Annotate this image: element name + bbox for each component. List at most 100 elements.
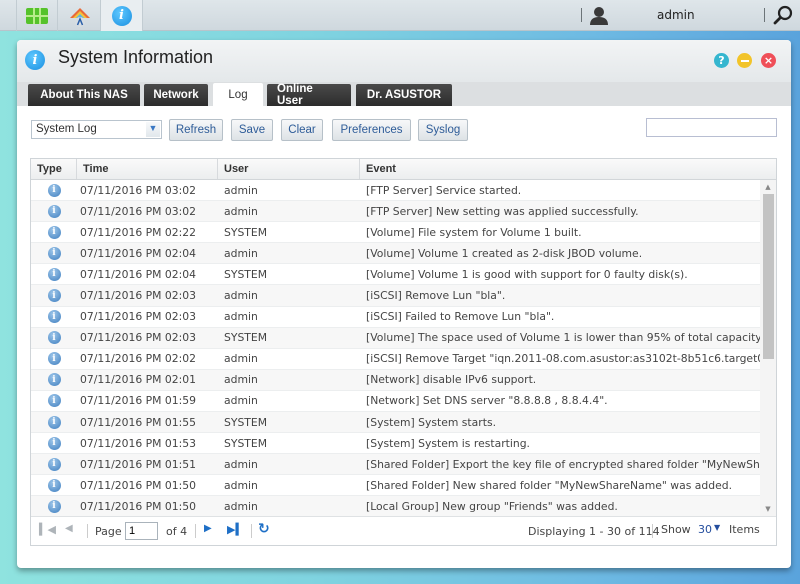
- type-cell: i: [31, 204, 77, 218]
- refresh-button[interactable]: Refresh: [169, 119, 223, 141]
- time-cell: 07/11/2016 PM 02:02: [80, 352, 197, 366]
- type-cell: i: [31, 267, 77, 281]
- table-row[interactable]: i 07/11/2016 PM 01:55 SYSTEM [System] Syste…: [31, 412, 760, 434]
- table-row[interactable]: i 07/11/2016 PM 02:04 admin [Volume] Volume…: [31, 243, 760, 265]
- log-search-input[interactable]: [646, 118, 777, 137]
- table-row[interactable]: i 07/11/2016 PM 02:02 admin [iSCSI] Remove …: [31, 349, 760, 370]
- table-row[interactable]: i 07/11/2016 PM 03:02 admin [FTP Server] Ne…: [31, 201, 760, 223]
- table-row[interactable]: i 07/11/2016 PM 01:59 admin [Network] Set D…: [31, 391, 760, 413]
- user-cell: admin: [224, 183, 258, 197]
- tab-dr-asustor[interactable]: Dr. ASUSTOR: [356, 84, 452, 106]
- type-cell: i: [31, 394, 77, 408]
- refresh-icon[interactable]: ↻: [258, 521, 270, 537]
- table-row[interactable]: i 07/11/2016 PM 02:04 SYSTEM [Volume] Volum…: [31, 264, 760, 286]
- column-header-type[interactable]: Type: [31, 159, 77, 179]
- page-count-label: of 4: [166, 525, 188, 538]
- clear-button[interactable]: Clear: [281, 119, 323, 141]
- save-button[interactable]: Save: [231, 119, 273, 141]
- chevron-down-icon[interactable]: ▼: [146, 122, 160, 137]
- user-icon[interactable]: [589, 6, 609, 25]
- page-size-select[interactable]: 30: [698, 523, 712, 536]
- time-cell: 07/11/2016 PM 02:04: [80, 246, 197, 260]
- window-title: System Information: [58, 47, 214, 67]
- preferences-button[interactable]: Preferences: [332, 119, 411, 141]
- event-cell: [System] System starts.: [366, 415, 497, 429]
- pagination-bar: ▍◀ ◀ Page of 4 ▶ ▶▍ ↻ Displaying 1 - 30 …: [31, 516, 776, 545]
- info-icon: i: [111, 5, 132, 26]
- items-label: Items: [729, 523, 760, 536]
- table-row[interactable]: i 07/11/2016 PM 02:01 admin [Network] disab…: [31, 369, 760, 391]
- taskbar-app-central-button[interactable]: [59, 0, 101, 31]
- minimize-button[interactable]: [737, 53, 752, 68]
- time-cell: 07/11/2016 PM 03:02: [80, 183, 197, 197]
- tab-about-this-nas[interactable]: About This NAS: [28, 84, 140, 106]
- search-icon[interactable]: [773, 5, 793, 25]
- table-row[interactable]: i 07/11/2016 PM 01:50 admin [Shared Folder]…: [31, 475, 760, 497]
- table-row[interactable]: i 07/11/2016 PM 02:03 SYSTEM [Volume] The s…: [31, 327, 760, 349]
- log-type-select[interactable]: System Log ▼: [31, 120, 162, 139]
- user-cell: SYSTEM: [224, 415, 268, 429]
- tab-online-user[interactable]: Online User: [267, 83, 351, 107]
- event-cell: [Volume] Volume 1 is good with support f…: [366, 267, 688, 281]
- time-cell: 07/11/2016 PM 01:53: [80, 436, 197, 450]
- event-cell: [Local Group] New group "Friends" was ad…: [366, 499, 618, 513]
- user-cell: admin: [224, 373, 258, 387]
- scrollbar-thumb[interactable]: [763, 194, 774, 359]
- user-cell: SYSTEM: [224, 436, 268, 450]
- divider: [764, 8, 765, 22]
- table-row[interactable]: i 07/11/2016 PM 02:03 admin [iSCSI] Failed …: [31, 307, 760, 328]
- info-icon: i: [47, 352, 61, 366]
- divider: [195, 524, 196, 538]
- last-page-icon[interactable]: ▶▍: [227, 523, 244, 536]
- scroll-down-icon[interactable]: ▼: [760, 502, 776, 516]
- page-number-input[interactable]: [125, 522, 158, 540]
- taskbar-apps-button[interactable]: [16, 0, 58, 31]
- chevron-down-icon[interactable]: ▼: [714, 523, 720, 532]
- info-icon: i: [47, 415, 61, 429]
- table-row[interactable]: i 07/11/2016 PM 02:03 admin [iSCSI] Remove …: [31, 285, 760, 307]
- info-icon: i: [25, 50, 45, 70]
- user-cell: admin: [224, 394, 258, 408]
- type-cell: i: [31, 499, 77, 513]
- user-cell: admin: [224, 478, 258, 492]
- next-page-icon[interactable]: ▶: [204, 523, 212, 534]
- info-icon: i: [47, 373, 61, 387]
- column-header-user[interactable]: User: [218, 159, 360, 179]
- time-cell: 07/11/2016 PM 01:55: [80, 415, 197, 429]
- time-cell: 07/11/2016 PM 01:50: [80, 499, 197, 513]
- info-icon: i: [47, 436, 61, 450]
- tab-log[interactable]: Log: [213, 83, 263, 106]
- info-icon: i: [47, 499, 61, 513]
- tab-network[interactable]: Network: [144, 84, 208, 106]
- previous-page-icon[interactable]: ◀: [65, 523, 73, 534]
- log-type-value: System Log: [36, 123, 97, 135]
- table-row[interactable]: i 07/11/2016 PM 03:02 admin [FTP Server] Se…: [31, 180, 760, 202]
- window-header[interactable]: i System Information ? ×: [17, 40, 791, 82]
- event-cell: [Volume] File system for Volume 1 built.: [366, 225, 582, 239]
- column-header-event[interactable]: Event: [360, 159, 776, 179]
- help-button[interactable]: ?: [714, 53, 729, 68]
- table-row[interactable]: i 07/11/2016 PM 01:51 admin [Shared Folder]…: [31, 454, 760, 476]
- user-cell: SYSTEM: [224, 267, 268, 281]
- type-cell: i: [31, 331, 77, 345]
- app-central-icon: [69, 7, 90, 27]
- event-cell: [Volume] The space used of Volume 1 is l…: [366, 331, 760, 345]
- user-cell: SYSTEM: [224, 225, 268, 239]
- syslog-button[interactable]: Syslog: [418, 119, 468, 141]
- scroll-up-icon[interactable]: ▲: [760, 180, 776, 194]
- log-toolbar: System Log ▼ Refresh Save Clear Preferen…: [17, 118, 791, 142]
- vertical-scrollbar[interactable]: ▲ ▼: [760, 180, 776, 516]
- event-cell: [Volume] Volume 1 created as 2-disk JBOD…: [366, 246, 643, 260]
- table-row[interactable]: i 07/11/2016 PM 01:53 SYSTEM [System] Syste…: [31, 433, 760, 455]
- column-header-time[interactable]: Time: [77, 159, 218, 179]
- info-icon: i: [47, 310, 61, 324]
- table-row[interactable]: i 07/11/2016 PM 02:22 SYSTEM [Volume] File …: [31, 222, 760, 244]
- info-icon: i: [47, 331, 61, 345]
- taskbar-system-info-button[interactable]: i: [101, 0, 143, 31]
- username-label[interactable]: admin: [657, 8, 695, 22]
- first-page-icon[interactable]: ▍◀: [39, 523, 56, 536]
- time-cell: 07/11/2016 PM 01:59: [80, 394, 197, 408]
- close-button[interactable]: ×: [761, 53, 776, 68]
- tab-bar: About This NAS Network Log Online User D…: [17, 82, 791, 107]
- table-row[interactable]: i 07/11/2016 PM 01:50 admin [Local Group] N…: [31, 496, 760, 516]
